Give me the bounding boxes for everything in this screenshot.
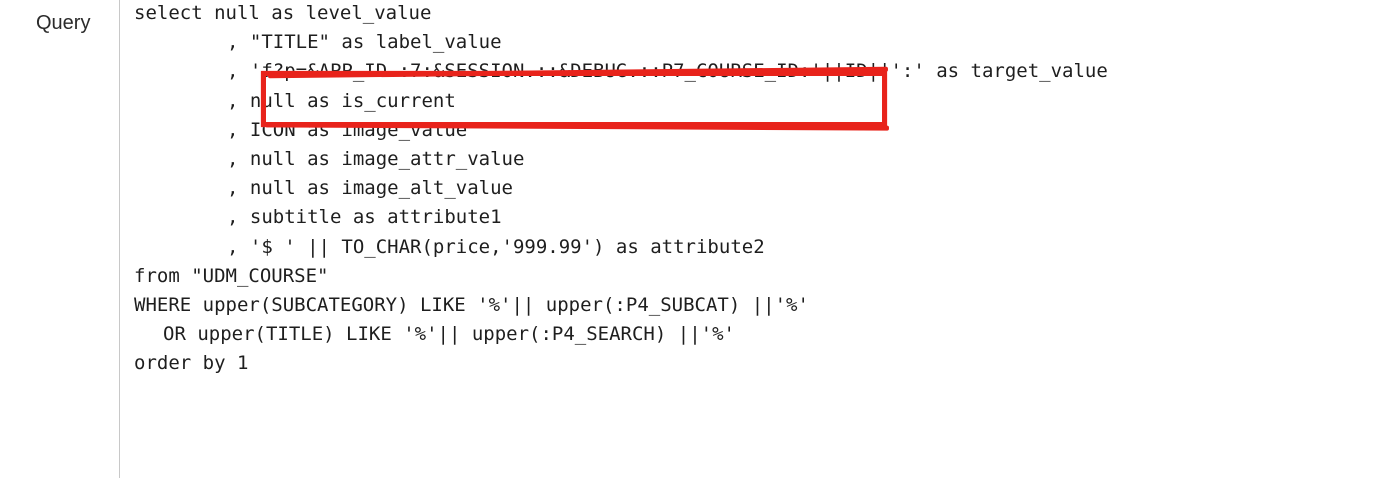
code-line: , null as image_attr_value xyxy=(227,147,525,170)
highlight-annotation-box xyxy=(261,71,887,127)
code-line: from "UDM_COURSE" xyxy=(134,264,329,287)
code-line: , null as image_alt_value xyxy=(227,177,513,200)
code-line: , subtitle as attribute1 xyxy=(227,206,502,229)
code-line: OR upper(TITLE) LIKE '%'|| upper(:P4_SEA… xyxy=(163,323,735,346)
code-line: select null as level_value xyxy=(134,2,432,24)
code-line: , "TITLE" as label_value xyxy=(227,31,502,54)
sql-code[interactable]: select null as level_value , "TITLE" as l… xyxy=(134,0,1108,378)
code-line: , '$ ' || TO_CHAR(price,'999.99') as att… xyxy=(227,235,765,258)
code-line: WHERE upper(SUBCATEGORY) LIKE '%'|| uppe… xyxy=(134,293,809,316)
query-label: Query xyxy=(36,12,91,34)
code-line: order by 1 xyxy=(134,352,249,375)
